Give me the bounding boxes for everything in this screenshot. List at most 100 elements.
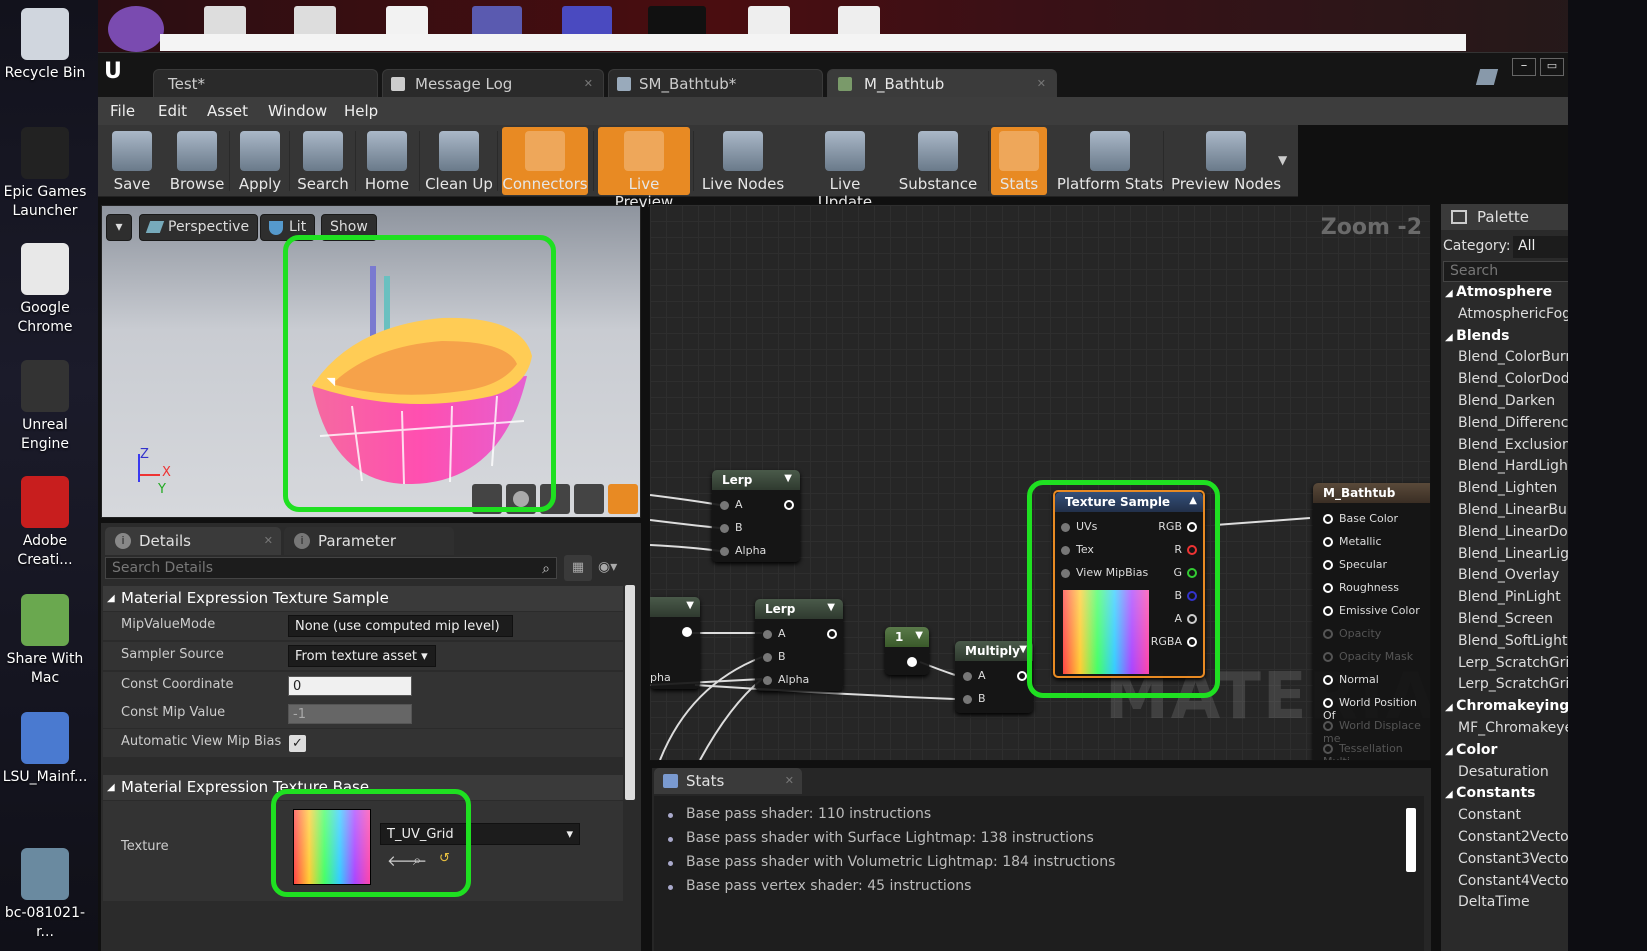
maximize-button[interactable]: ▭ <box>1540 58 1564 76</box>
desktop-icon[interactable]: bc-081021-r... <box>0 848 90 942</box>
palette-category[interactable]: ◢ Constants <box>1445 785 1536 801</box>
result-pin[interactable]: Normal <box>1323 673 1379 686</box>
palette-item[interactable]: DeltaTime <box>1458 894 1530 910</box>
palette-item[interactable]: Constant2Vector <box>1458 829 1568 845</box>
toolbar-browse-button[interactable]: Browse <box>168 127 226 195</box>
palette-category[interactable]: ◢ Chromakeying <box>1445 698 1568 714</box>
details-scrollbar[interactable] <box>625 585 635 800</box>
pin-b[interactable]: B <box>963 692 986 705</box>
palette-item[interactable]: Blend_Lighten <box>1458 480 1557 496</box>
desktop-icon[interactable]: Unreal Engine <box>0 360 90 454</box>
toolbar-apply-button[interactable]: Apply <box>234 127 286 195</box>
result-pin[interactable]: Opacity Mask <box>1323 650 1413 663</box>
details-search-input[interactable]: Search Details ⌕ <box>105 557 557 579</box>
cube-preview-button[interactable] <box>574 484 604 514</box>
toolbar-preview-nodes-button[interactable]: Preview Nodes <box>1168 127 1284 195</box>
desktop-icon[interactable]: LSU_Mainf... <box>0 712 90 787</box>
pin-b[interactable]: B <box>720 521 743 534</box>
close-icon[interactable]: ✕ <box>1037 70 1046 98</box>
toolbar-live-nodes-button[interactable]: Live Nodes <box>698 127 788 195</box>
palette-item[interactable]: Blend_LinearLight <box>1458 546 1568 562</box>
pin-alpha[interactable]: Alpha <box>720 544 766 557</box>
toolbar-live-preview-button[interactable]: Live Preview <box>598 127 690 211</box>
category-dropdown[interactable]: All <box>1513 236 1568 258</box>
output-pin[interactable] <box>784 500 794 510</box>
palette-item[interactable]: MF_Chromakeyer <box>1458 720 1568 736</box>
output-pin[interactable] <box>1017 671 1027 681</box>
pin-a[interactable]: A <box>963 669 986 682</box>
palette-category[interactable]: ◢ Color <box>1445 742 1497 758</box>
menu-edit[interactable]: Edit <box>158 102 187 120</box>
pin-a[interactable]: A <box>720 498 743 511</box>
output-pin[interactable] <box>682 627 692 637</box>
palette-category[interactable]: ◢ Atmosphere <box>1445 284 1552 300</box>
tab-sm-bathtub[interactable]: SM_Bathtub* <box>608 69 823 98</box>
close-icon[interactable]: ✕ <box>785 768 794 794</box>
toolbar-clean-up-button[interactable]: Clean Up <box>424 127 494 195</box>
palette-item[interactable]: Lerp_ScratchGrime2 <box>1458 676 1568 692</box>
palette-item[interactable]: Blend_LinearBurn <box>1458 502 1568 518</box>
tab-palette[interactable]: Palette <box>1441 204 1568 230</box>
toolbar-stats-button[interactable]: Stats <box>991 127 1047 195</box>
source-control-icon[interactable] <box>1475 69 1499 85</box>
palette-item[interactable]: Constant <box>1458 807 1521 823</box>
palette-item[interactable]: Blend_ColorDodge <box>1458 371 1568 387</box>
palette-item[interactable]: AtmosphericFog <box>1458 306 1568 322</box>
tab-message-log[interactable]: Message Log ✕ <box>382 69 604 98</box>
toolbar-overflow-icon[interactable]: ▼ <box>1278 153 1287 167</box>
visibility-icon[interactable]: ◉▾ <box>598 559 638 579</box>
toolbar-live-update-button[interactable]: Live Update <box>804 127 886 211</box>
perspective-button[interactable]: Perspective <box>139 214 259 241</box>
tab-details[interactable]: i Details ✕ <box>105 527 281 555</box>
property-matrix-button[interactable]: ▦ <box>564 555 592 581</box>
const-mip-value-field[interactable]: -1 <box>288 704 412 724</box>
close-icon[interactable]: ✕ <box>584 70 593 98</box>
lerp-node[interactable]: Lerp ▼ A B Alpha <box>712 470 800 562</box>
toolbar-search-button[interactable]: Search <box>293 127 353 195</box>
close-icon[interactable]: ✕ <box>264 527 273 555</box>
toolbar-home-button[interactable]: Home <box>360 127 414 195</box>
palette-item[interactable]: Blend_LinearDodge <box>1458 524 1568 540</box>
palette-item[interactable]: Lerp_ScratchGrime <box>1458 655 1568 671</box>
palette-item[interactable]: Desaturation <box>1458 764 1549 780</box>
pin-b[interactable]: B <box>763 650 786 663</box>
output-pin[interactable] <box>907 657 917 667</box>
multiply-node[interactable]: Multiply ▼ A B <box>955 641 1033 713</box>
desktop-icon[interactable]: Adobe Creati... <box>0 476 90 570</box>
menu-window[interactable]: Window <box>268 102 327 120</box>
toolbar-save-button[interactable]: Save <box>106 127 158 195</box>
section-texture-sample[interactable]: ◢ Material Expression Texture Sample <box>103 586 623 611</box>
result-pin[interactable]: Base Color <box>1323 512 1398 525</box>
result-pin[interactable]: Roughness <box>1323 581 1399 594</box>
stats-scrollbar[interactable] <box>1406 808 1416 872</box>
minimize-button[interactable]: – <box>1512 58 1536 76</box>
partial-node[interactable]: ▼ pha <box>650 597 700 689</box>
palette-item[interactable]: Blend_ColorBurn <box>1458 349 1568 365</box>
pin-a[interactable]: A <box>763 627 786 640</box>
toolbar-substance-button[interactable]: Substance <box>893 127 983 195</box>
menu-asset[interactable]: Asset <box>207 102 248 120</box>
result-pin[interactable]: Emissive Color <box>1323 604 1420 617</box>
result-pin[interactable]: Metallic <box>1323 535 1382 548</box>
constant-node[interactable]: 1 ▼ <box>885 627 929 675</box>
palette-search-input[interactable]: Search <box>1443 261 1568 282</box>
palette-item[interactable]: Constant3Vector <box>1458 851 1568 867</box>
tab-stats[interactable]: Stats ✕ <box>654 768 802 794</box>
mesh-preview-button[interactable] <box>608 484 638 514</box>
desktop-icon[interactable]: Epic Games Launcher <box>0 127 90 221</box>
auto-view-mip-bias-checkbox[interactable]: ✓ <box>289 735 306 752</box>
github-icon[interactable] <box>108 6 164 52</box>
result-pin[interactable]: Opacity <box>1323 627 1381 640</box>
menu-help[interactable]: Help <box>344 102 378 120</box>
output-pin[interactable] <box>827 629 837 639</box>
palette-item[interactable]: Blend_SoftLight <box>1458 633 1567 649</box>
result-pin[interactable]: Tessellation Multi <box>1323 742 1430 760</box>
desktop-icon[interactable]: Share With Mac <box>0 594 90 688</box>
viewport-options-button[interactable]: ▾ <box>106 214 132 241</box>
palette-item[interactable]: Blend_Darken <box>1458 393 1555 409</box>
desktop-icon[interactable]: Google Chrome <box>0 243 90 337</box>
toolbar-connectors-button[interactable]: Connectors <box>502 127 588 195</box>
const-coordinate-field[interactable]: 0 <box>288 676 412 696</box>
palette-item[interactable]: Blend_Overlay <box>1458 567 1559 583</box>
toolbar-platform-stats-button[interactable]: Platform Stats <box>1055 127 1165 195</box>
